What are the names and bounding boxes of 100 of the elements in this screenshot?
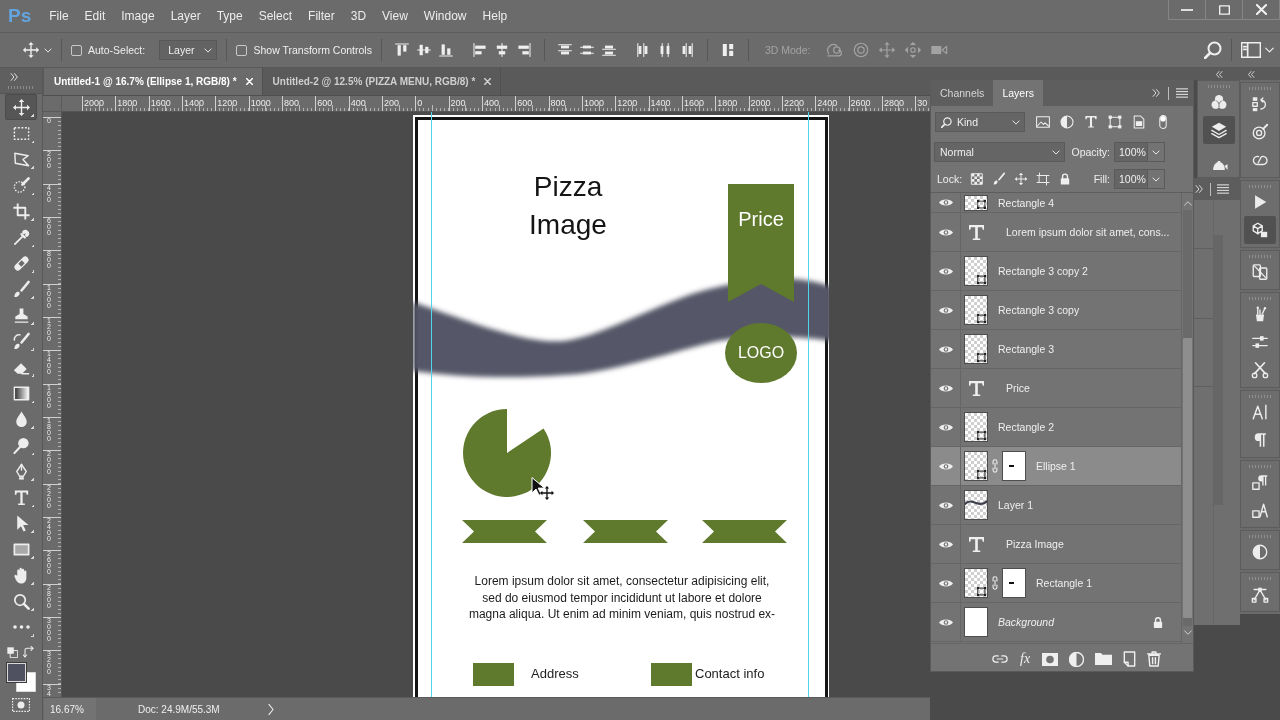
eye-icon[interactable] — [938, 227, 953, 237]
grip-handle[interactable] — [1207, 85, 1230, 88]
foreground-swatch[interactable] — [6, 663, 26, 682]
panel-button[interactable] — [1202, 116, 1235, 144]
eye-icon[interactable] — [938, 305, 953, 315]
filter-kind-dropdown[interactable]: Kind — [935, 112, 1025, 132]
effects-button[interactable]: fx — [1019, 651, 1032, 667]
menu-icon[interactable] — [1176, 88, 1188, 98]
fill-field[interactable]: 100% — [1114, 169, 1148, 189]
menu-item[interactable]: Filter — [300, 6, 343, 26]
chevron-down-icon[interactable] — [1183, 630, 1192, 635]
grip-handle[interactable] — [1249, 297, 1271, 300]
default-colors-icon[interactable] — [7, 646, 18, 658]
panel-tab[interactable]: Layers — [993, 80, 1043, 106]
grip-handle[interactable] — [1249, 535, 1271, 538]
image-filter-icon[interactable] — [1035, 114, 1051, 130]
artboard-icon[interactable] — [1036, 172, 1051, 186]
collapse-icon[interactable] — [1152, 89, 1161, 97]
align-top-icon[interactable] — [393, 42, 410, 58]
grip-handle[interactable] — [1249, 395, 1271, 398]
eye-icon[interactable] — [938, 266, 953, 276]
layer-row[interactable]: Rectangle 3 — [931, 330, 1181, 369]
menu-item[interactable]: Help — [474, 6, 516, 26]
menu-item[interactable]: View — [374, 6, 416, 26]
grip-handle[interactable] — [8, 85, 34, 89]
menu-item[interactable]: Image — [113, 6, 163, 26]
transform-controls-checkbox[interactable] — [236, 44, 248, 56]
layer-row[interactable]: Rectangle 1 — [931, 564, 1181, 603]
type-filter-icon[interactable] — [1083, 114, 1099, 130]
layer-row[interactable]: Pizza Image — [931, 525, 1181, 564]
align-left-icon[interactable] — [471, 42, 488, 58]
background-swatch[interactable] — [15, 672, 36, 692]
layer-row[interactable]: Rectangle 3 copy 2 — [931, 252, 1181, 291]
quick-mask-icon[interactable] — [12, 698, 30, 712]
fill-slider-button[interactable] — [1148, 169, 1165, 189]
grip-handle[interactable] — [1249, 577, 1271, 580]
eye-icon[interactable] — [938, 578, 953, 588]
document-tab[interactable]: Untitled-1 @ 16.7% (Ellipse 1, RGB/8) * — [44, 68, 263, 95]
zoom-field[interactable]: 16.67% — [44, 698, 96, 720]
layer-row[interactable]: Rectangle 4 — [931, 193, 1181, 213]
align-right-icon[interactable] — [515, 42, 532, 58]
collapse-icon[interactable] — [1215, 70, 1223, 78]
scrollbar-thumb[interactable] — [1183, 338, 1192, 618]
lock-position-icon[interactable] — [1014, 172, 1029, 186]
expand-icon[interactable] — [10, 72, 19, 81]
document-tab[interactable]: Untitled-2 @ 12.5% (PIZZA MENU, RGB/8) * — [262, 68, 502, 95]
eye-icon[interactable] — [938, 383, 953, 393]
eye-icon[interactable] — [938, 500, 953, 510]
layer-row[interactable]: Rectangle 3 copy — [931, 291, 1181, 330]
chevron-up-icon[interactable] — [1183, 201, 1192, 206]
align-middle-icon[interactable] — [415, 42, 432, 58]
document-filter-icon[interactable] — [1131, 114, 1147, 130]
eye-icon[interactable] — [938, 344, 953, 354]
swap-arrow-icon[interactable] — [23, 646, 35, 658]
layer-row[interactable]: Ellipse 1 — [931, 447, 1181, 486]
menu-item[interactable]: Edit — [76, 6, 114, 26]
blend-mode-dropdown[interactable]: Normal — [934, 142, 1065, 162]
eye-icon[interactable] — [938, 617, 953, 627]
menu-item[interactable]: Type — [208, 6, 251, 26]
tool-button[interactable] — [5, 94, 37, 120]
workspace-switcher[interactable] — [1241, 42, 1274, 58]
grip-handle[interactable] — [1249, 87, 1271, 90]
grip-handle[interactable] — [1249, 465, 1271, 468]
link-icon[interactable] — [992, 654, 1008, 664]
half-circle-icon[interactable] — [1059, 114, 1075, 130]
collapse-icon[interactable] — [1247, 70, 1255, 78]
auto-select-checkbox[interactable] — [71, 44, 82, 56]
menu-item[interactable]: File — [41, 6, 77, 26]
eye-icon[interactable] — [938, 461, 953, 471]
menu-item[interactable]: Select — [250, 6, 301, 26]
tool-preset-picker[interactable] — [22, 41, 52, 59]
layer-row[interactable]: Layer 1 — [931, 486, 1181, 525]
menu-item[interactable]: Window — [415, 6, 475, 26]
menu-icon[interactable] — [1217, 184, 1229, 194]
search-icon[interactable] — [1204, 41, 1222, 59]
auto-select-dropdown[interactable]: Layer — [159, 40, 218, 60]
menu-item[interactable]: 3D — [342, 6, 375, 26]
opacity-field[interactable]: 100% — [1114, 142, 1148, 162]
close-icon[interactable] — [484, 78, 492, 85]
panel-tab[interactable]: Channels — [931, 80, 994, 106]
folder-icon[interactable] — [1095, 653, 1113, 665]
panel-button[interactable] — [1244, 216, 1276, 244]
eye-icon[interactable] — [938, 198, 953, 207]
layer-row[interactable]: Background — [931, 603, 1181, 642]
opacity-slider-button[interactable] — [1148, 142, 1165, 162]
lock-brush-icon[interactable] — [992, 172, 1007, 186]
lock-transparency-icon[interactable] — [970, 172, 985, 186]
eye-icon[interactable] — [938, 422, 953, 432]
chevron-right-icon[interactable] — [267, 703, 274, 715]
align-bottom-icon[interactable] — [437, 42, 454, 58]
shape-filter-icon[interactable] — [1107, 114, 1123, 130]
eye-icon[interactable] — [938, 539, 953, 549]
trash-icon[interactable] — [1147, 651, 1162, 667]
grip-handle[interactable] — [1249, 185, 1271, 188]
grip-handle[interactable] — [1249, 255, 1271, 258]
layer-row[interactable]: Lorem ipsum dolor sit amet, cons... — [931, 213, 1181, 252]
mask-icon[interactable] — [1042, 652, 1059, 666]
menu-item[interactable]: Layer — [162, 6, 209, 26]
new-layer-icon[interactable] — [1123, 651, 1137, 667]
layer-row[interactable]: Price — [931, 369, 1181, 408]
